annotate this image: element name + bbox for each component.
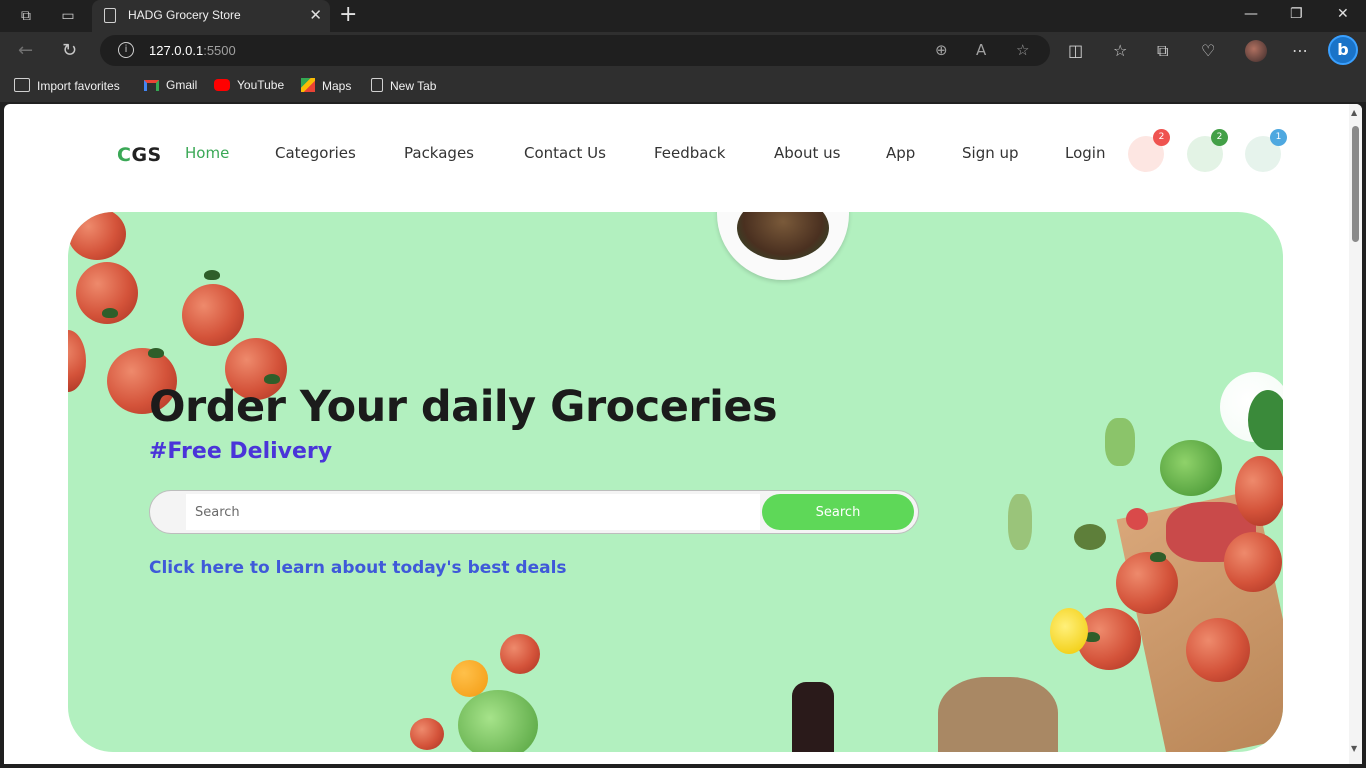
fav-new-tab[interactable]: New Tab <box>371 78 436 93</box>
address-bar[interactable]: i 127.0.0.1:5500 ⊕ A ☆ <box>100 35 1050 66</box>
split-screen-icon[interactable]: ◫ <box>1068 41 1083 61</box>
read-aloud-icon[interactable]: A <box>976 41 986 59</box>
close-window-icon[interactable]: ✕ <box>1337 6 1349 22</box>
scroll-up-icon[interactable]: ▲ <box>1351 108 1357 117</box>
search-button[interactable]: Search <box>762 494 914 530</box>
tomato-image <box>1186 618 1250 682</box>
url-text[interactable]: 127.0.0.1:5500 <box>149 43 236 58</box>
back-icon[interactable]: ← <box>18 41 33 61</box>
search-input[interactable] <box>186 494 760 530</box>
hero-banner: Order Your daily Groceries #Free Deliver… <box>68 212 1283 752</box>
fav-youtube[interactable]: YouTube <box>214 78 284 92</box>
tomato-image <box>410 718 444 750</box>
gmail-icon <box>144 80 159 91</box>
yellow-pepper-image <box>1050 608 1088 654</box>
page-favicon-icon <box>104 8 116 23</box>
fav-import-favorites[interactable]: Import favorites <box>14 78 120 93</box>
food-plate-image <box>717 212 849 280</box>
bing-copilot-icon[interactable]: b <box>1328 35 1358 65</box>
close-tab-icon[interactable]: ✕ <box>309 6 322 24</box>
scroll-down-icon[interactable]: ▼ <box>1351 744 1357 753</box>
site-info-icon[interactable]: i <box>118 42 134 58</box>
tomato-image <box>1224 532 1282 592</box>
wishlist-count-badge: 2 <box>1211 129 1228 146</box>
avocado-image <box>1074 524 1106 550</box>
minimize-icon[interactable]: — <box>1244 6 1258 22</box>
collections-icon[interactable]: ⧉ <box>1157 41 1168 61</box>
bottle-image <box>792 682 834 752</box>
hero-subhead: #Free Delivery <box>149 439 333 464</box>
favorites-icon[interactable]: ☆ <box>1113 41 1127 61</box>
nav-categories[interactable]: Categories <box>275 144 356 162</box>
nav-feedback[interactable]: Feedback <box>654 144 725 162</box>
best-deals-link[interactable]: Click here to learn about today's best d… <box>149 558 567 578</box>
performance-icon[interactable]: ♡ <box>1201 41 1215 61</box>
restore-icon[interactable]: ❐ <box>1290 6 1303 22</box>
more-menu-icon[interactable]: ⋯ <box>1292 41 1308 61</box>
page-viewport: CGS Home Categories Packages Contact Us … <box>4 104 1362 764</box>
workspaces-icon[interactable]: ⧉ <box>16 6 36 26</box>
hero-headline: Order Your daily Groceries <box>149 382 778 432</box>
nav-packages[interactable]: Packages <box>404 144 474 162</box>
maps-icon <box>301 78 315 92</box>
nav-about-us[interactable]: About us <box>774 144 840 162</box>
herb-image <box>1105 418 1135 466</box>
leaf-image <box>1248 390 1283 450</box>
radish-image <box>1126 508 1148 530</box>
tomato-image <box>500 634 540 674</box>
page-scrollbar[interactable]: ▲ ▼ <box>1349 104 1362 764</box>
tomato-image <box>68 330 86 392</box>
address-toolbar: ← ↻ i 127.0.0.1:5500 ⊕ A ☆ ◫ ☆ ⧉ ♡ ⋯ b <box>0 32 1366 70</box>
favorites-bar: Import favorites Gmail YouTube Maps New … <box>0 70 1366 102</box>
profile-avatar[interactable] <box>1245 40 1267 62</box>
nav-home[interactable]: Home <box>185 144 229 162</box>
new-tab-icon[interactable]: + <box>339 3 357 27</box>
tomato-image <box>1116 552 1178 614</box>
tomato-image <box>1235 456 1283 526</box>
grain-sack-image <box>938 677 1058 752</box>
refresh-icon[interactable]: ↻ <box>62 41 77 61</box>
tomato-image <box>182 284 244 346</box>
fav-gmail[interactable]: Gmail <box>144 78 197 92</box>
zoom-icon[interactable]: ⊕ <box>935 41 948 59</box>
tab-actions-icon[interactable]: ▭ <box>58 6 78 26</box>
import-icon <box>14 78 30 92</box>
cart-count-badge: 2 <box>1153 129 1170 146</box>
nav-login[interactable]: Login <box>1065 144 1105 162</box>
browser-tab-bar: ⧉ ▭ HADG Grocery Store ✕ + — ❐ ✕ <box>0 0 1366 32</box>
search-bar: Search <box>149 490 919 534</box>
notifications-count-badge: 1 <box>1270 129 1287 146</box>
tab-title: HADG Grocery Store <box>128 8 241 22</box>
site-logo[interactable]: CGS <box>117 144 162 166</box>
youtube-icon <box>214 79 230 91</box>
favorite-star-icon[interactable]: ☆ <box>1016 41 1029 59</box>
fav-maps[interactable]: Maps <box>301 78 351 93</box>
nav-sign-up[interactable]: Sign up <box>962 144 1019 162</box>
page-icon <box>371 78 383 92</box>
nav-contact-us[interactable]: Contact Us <box>524 144 606 162</box>
tomato-image <box>68 212 126 260</box>
leek-image <box>1008 494 1032 550</box>
active-tab[interactable]: HADG Grocery Store ✕ <box>92 0 330 32</box>
scroll-thumb[interactable] <box>1352 126 1359 242</box>
nav-app[interactable]: App <box>886 144 915 162</box>
lettuce-image <box>458 690 538 752</box>
broccoli-image <box>1160 440 1222 496</box>
